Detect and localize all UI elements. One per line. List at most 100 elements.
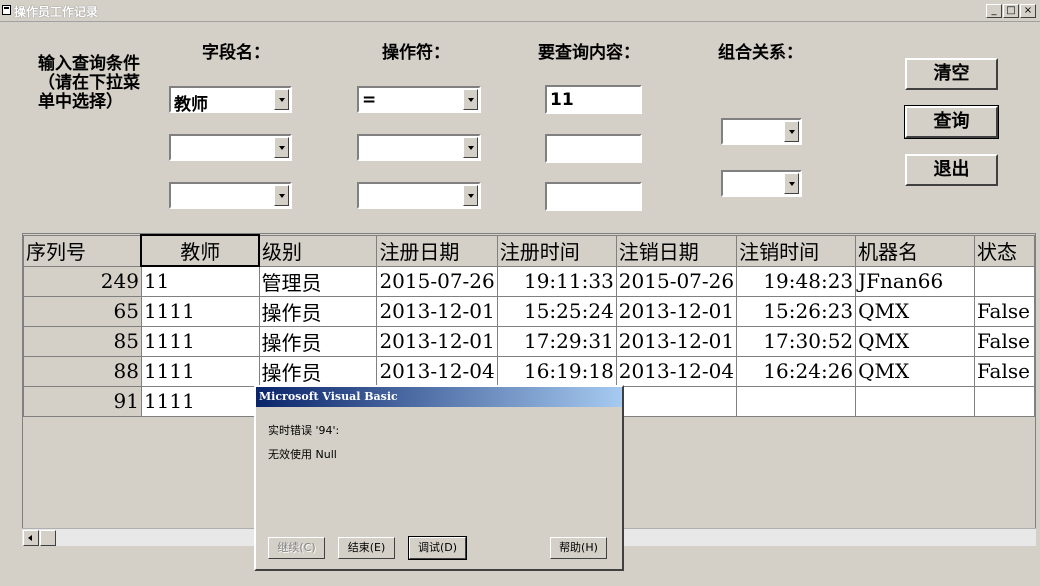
table-row[interactable]: 88 1111 操作员 2013-12-04 16:19:18 2013-12-… bbox=[23, 355, 1035, 387]
cell-machine[interactable]: QMX bbox=[855, 325, 976, 357]
cell-teacher[interactable]: 1111 bbox=[140, 355, 260, 387]
cell-level[interactable]: 操作员 bbox=[258, 325, 378, 357]
chevron-down-icon[interactable] bbox=[463, 137, 478, 158]
minimize-button[interactable]: _ bbox=[986, 4, 1002, 18]
chevron-down-icon[interactable] bbox=[274, 137, 289, 158]
column-header-status[interactable]: 状态 bbox=[974, 234, 1035, 267]
chevron-down-icon[interactable] bbox=[463, 89, 478, 110]
clear-button[interactable]: 清空 bbox=[905, 58, 998, 90]
column-header-machine[interactable]: 机器名 bbox=[855, 234, 976, 267]
cell-out-time[interactable]: 17:30:52 bbox=[736, 325, 857, 357]
field-select-1[interactable]: 教师 bbox=[169, 86, 292, 115]
table-row[interactable]: 249 11 管理员 2015-07-26 19:11:33 2015-07-2… bbox=[23, 265, 1035, 297]
operator-select-3[interactable] bbox=[357, 182, 481, 209]
cell-teacher[interactable]: 1111 bbox=[140, 295, 260, 327]
cell-status[interactable] bbox=[974, 385, 1035, 417]
close-button[interactable]: × bbox=[1020, 4, 1036, 18]
cell-reg-date[interactable]: 2015-07-26 bbox=[376, 265, 498, 297]
cell-status[interactable]: False bbox=[974, 295, 1035, 327]
column-header-reg-time[interactable]: 注册时间 bbox=[496, 234, 617, 267]
operator-header: 操作符： bbox=[382, 43, 450, 63]
content-input-2[interactable] bbox=[545, 134, 642, 163]
cell-status[interactable] bbox=[974, 265, 1035, 297]
exit-button[interactable]: 退出 bbox=[905, 154, 998, 186]
help-button[interactable]: 帮助(H) bbox=[550, 537, 607, 559]
cell-id[interactable]: 85 bbox=[23, 325, 142, 357]
continue-button[interactable]: 继续(C) bbox=[268, 537, 325, 559]
cell-status[interactable]: False bbox=[974, 325, 1035, 357]
content-header: 要查询内容： bbox=[538, 43, 640, 63]
chevron-down-icon[interactable] bbox=[784, 121, 799, 142]
cell-reg-time[interactable]: 15:25:24 bbox=[496, 295, 617, 327]
table-row[interactable]: 65 1111 操作员 2013-12-01 15:25:24 2013-12-… bbox=[23, 295, 1035, 327]
cell-level[interactable]: 操作员 bbox=[258, 355, 378, 387]
cell-id[interactable]: 249 bbox=[23, 265, 142, 297]
cell-out-time[interactable]: 15:26:23 bbox=[736, 295, 857, 327]
field-name-header: 字段名： bbox=[202, 43, 270, 63]
cell-id[interactable]: 88 bbox=[23, 355, 142, 387]
column-header-out-time[interactable]: 注销时间 bbox=[736, 234, 857, 267]
cell-level[interactable]: 管理员 bbox=[258, 265, 378, 297]
scrollbar-thumb[interactable] bbox=[40, 530, 56, 546]
cell-teacher[interactable]: 11 bbox=[140, 265, 260, 297]
cell-reg-time[interactable]: 19:11:33 bbox=[496, 265, 617, 297]
cell-reg-date[interactable]: 2013-12-04 bbox=[376, 355, 498, 387]
field-select-2[interactable] bbox=[169, 134, 292, 161]
column-header-level[interactable]: 级别 bbox=[258, 234, 378, 267]
cell-out-time[interactable]: 19:48:23 bbox=[736, 265, 857, 297]
cell-machine[interactable]: QMX bbox=[855, 295, 976, 327]
cell-id[interactable]: 65 bbox=[23, 295, 142, 327]
operator-select-1[interactable]: = bbox=[357, 86, 481, 113]
scroll-left-icon[interactable] bbox=[23, 530, 39, 546]
column-header-teacher[interactable]: 教师 bbox=[140, 234, 261, 267]
operator-select-1-value: = bbox=[362, 90, 377, 110]
cell-out-date[interactable] bbox=[615, 385, 738, 417]
cell-out-date[interactable]: 2013-12-04 bbox=[615, 355, 738, 387]
dialog-title: Microsoft Visual Basic bbox=[256, 387, 622, 407]
error-message-text: 无效使用 Null bbox=[268, 448, 337, 461]
operator-select-2[interactable] bbox=[357, 134, 481, 161]
field-select-3[interactable] bbox=[169, 182, 292, 209]
cell-reg-time[interactable]: 16:19:18 bbox=[496, 355, 617, 387]
cell-teacher[interactable]: 1111 bbox=[140, 325, 260, 357]
cell-status[interactable]: False bbox=[974, 355, 1035, 387]
title-bar: 操作员工作记录 _ □ × bbox=[0, 0, 1040, 22]
combine-select-2[interactable] bbox=[721, 170, 802, 197]
content-input-1-value: 11 bbox=[550, 90, 574, 110]
table-row[interactable]: 85 1111 操作员 2013-12-01 17:29:31 2013-12-… bbox=[23, 325, 1035, 357]
cell-machine[interactable] bbox=[855, 385, 976, 417]
content-input-1[interactable]: 11 bbox=[545, 85, 642, 114]
cell-out-date[interactable]: 2015-07-26 bbox=[615, 265, 738, 297]
chevron-down-icon[interactable] bbox=[463, 185, 478, 206]
content-input-3[interactable] bbox=[545, 182, 642, 211]
cell-reg-date[interactable]: 2013-12-01 bbox=[376, 295, 498, 327]
error-dialog: Microsoft Visual Basic 实时错误 '94': 无效使用 N… bbox=[254, 385, 624, 571]
cell-reg-time[interactable]: 17:29:31 bbox=[496, 325, 617, 357]
chevron-down-icon[interactable] bbox=[274, 185, 289, 206]
end-button[interactable]: 结束(E) bbox=[338, 537, 395, 559]
column-header-id[interactable]: 序列号 bbox=[23, 234, 142, 267]
cell-machine[interactable]: JFnan66 bbox=[855, 265, 976, 297]
cell-machine[interactable]: QMX bbox=[855, 355, 976, 387]
chevron-down-icon[interactable] bbox=[784, 173, 799, 194]
cell-out-date[interactable]: 2013-12-01 bbox=[615, 325, 738, 357]
column-header-reg-date[interactable]: 注册日期 bbox=[376, 234, 498, 267]
cell-reg-date[interactable]: 2013-12-01 bbox=[376, 325, 498, 357]
debug-button[interactable]: 调试(D) bbox=[408, 536, 467, 560]
cell-level[interactable]: 操作员 bbox=[258, 295, 378, 327]
query-button[interactable]: 查询 bbox=[904, 105, 999, 139]
cell-teacher[interactable]: 1111 bbox=[140, 385, 260, 417]
field-select-1-value: 教师 bbox=[174, 95, 208, 115]
error-code-text: 实时错误 '94': bbox=[268, 424, 340, 437]
cell-out-time[interactable] bbox=[736, 385, 857, 417]
app-icon[interactable] bbox=[2, 5, 11, 15]
header-row: 序列号 教师 级别 注册日期 注册时间 注销日期 注销时间 机器名 状态 bbox=[23, 234, 1035, 267]
cell-out-date[interactable]: 2013-12-01 bbox=[615, 295, 738, 327]
window-controls: _ □ × bbox=[986, 4, 1036, 18]
maximize-button[interactable]: □ bbox=[1003, 4, 1019, 18]
column-header-out-date[interactable]: 注销日期 bbox=[615, 234, 738, 267]
combine-select-1[interactable] bbox=[721, 118, 802, 145]
cell-out-time[interactable]: 16:24:26 bbox=[736, 355, 857, 387]
chevron-down-icon[interactable] bbox=[274, 89, 289, 110]
cell-id[interactable]: 91 bbox=[23, 385, 142, 417]
